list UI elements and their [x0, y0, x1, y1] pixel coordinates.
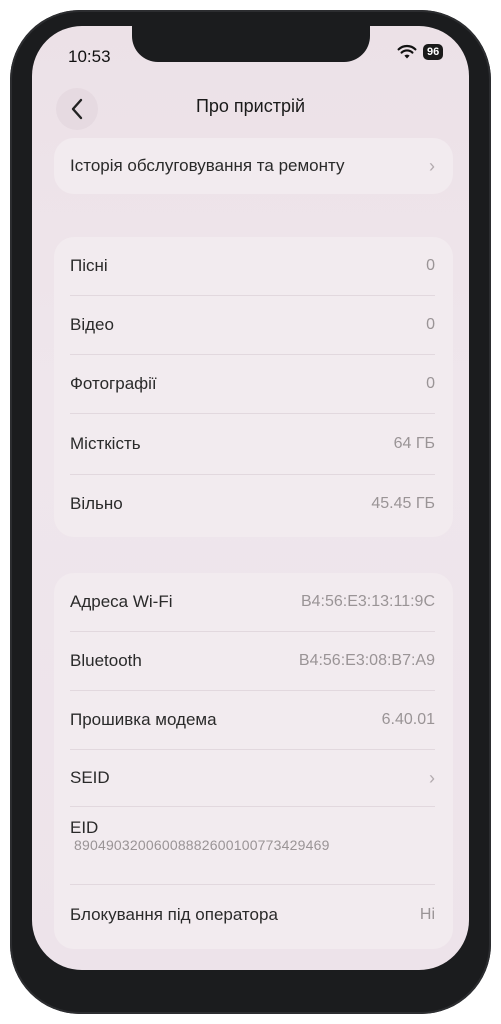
seid-label: SEID — [70, 768, 110, 787]
carrier-lock-label: Блокування під оператора — [70, 905, 278, 924]
available-row: Вільно 45.45 ГБ — [54, 475, 453, 533]
service-history-row[interactable]: Історія обслуговування та ремонту › — [54, 138, 453, 194]
carrier-lock-value: Ні — [419, 906, 435, 923]
wifi-address-label: Адреса Wi-Fi — [70, 592, 173, 611]
capacity-row: Місткість 64 ГБ — [54, 414, 453, 474]
modem-firmware-value: 6.40.01 — [381, 711, 435, 728]
divider — [70, 806, 435, 807]
songs-label: Пісні — [70, 256, 108, 275]
service-history-card[interactable]: Історія обслуговування та ремонту › — [54, 138, 453, 194]
photos-label: Фотографії — [70, 374, 157, 393]
videos-row: Відео 0 — [54, 296, 453, 354]
status-icons: 96 — [397, 44, 444, 60]
media-card: Пісні 0 Відео 0 Фотографії 0 Місткість 6… — [54, 237, 453, 537]
videos-value: 0 — [426, 316, 435, 333]
eid-label: EID — [70, 818, 99, 837]
wifi-address-row: Адреса Wi-Fi B4:56:E3:13:11:9C — [54, 573, 453, 631]
chevron-right-icon: › — [429, 767, 435, 788]
bluetooth-row: Bluetooth B4:56:E3:08:B7:A9 — [54, 632, 453, 690]
photos-row: Фотографії 0 — [54, 355, 453, 413]
seid-row[interactable]: SEID › — [54, 750, 453, 806]
songs-row: Пісні 0 — [54, 237, 453, 295]
wifi-address-value: B4:56:E3:13:11:9C — [300, 593, 435, 610]
bluetooth-value: B4:56:E3:08:B7:A9 — [298, 652, 435, 669]
modem-firmware-label: Прошивка модема — [70, 710, 217, 729]
photos-value: 0 — [426, 375, 435, 392]
songs-value: 0 — [426, 257, 435, 274]
wifi-icon — [397, 44, 417, 59]
modem-firmware-row: Прошивка модема 6.40.01 — [54, 691, 453, 749]
bluetooth-label: Bluetooth — [70, 651, 142, 670]
carrier-lock-row: Блокування під оператора Ні — [54, 885, 453, 945]
capacity-value: 64 ГБ — [393, 435, 435, 452]
network-card: Адреса Wi-Fi B4:56:E3:13:11:9C Bluetooth… — [54, 573, 453, 949]
available-label: Вільно — [70, 494, 123, 513]
battery-indicator: 96 — [423, 44, 444, 60]
service-history-label: Історія обслуговування та ремонту — [70, 156, 345, 175]
capacity-label: Місткість — [70, 434, 141, 453]
notch — [132, 26, 370, 62]
videos-label: Відео — [70, 315, 114, 334]
available-value: 45.45 ГБ — [371, 495, 435, 512]
page-title: Про пристрій — [195, 96, 306, 116]
status-time: 10:53 — [68, 47, 111, 66]
chevron-right-icon: › — [429, 155, 435, 176]
eid-value: 89049032006008882600100773429469 — [74, 837, 330, 853]
